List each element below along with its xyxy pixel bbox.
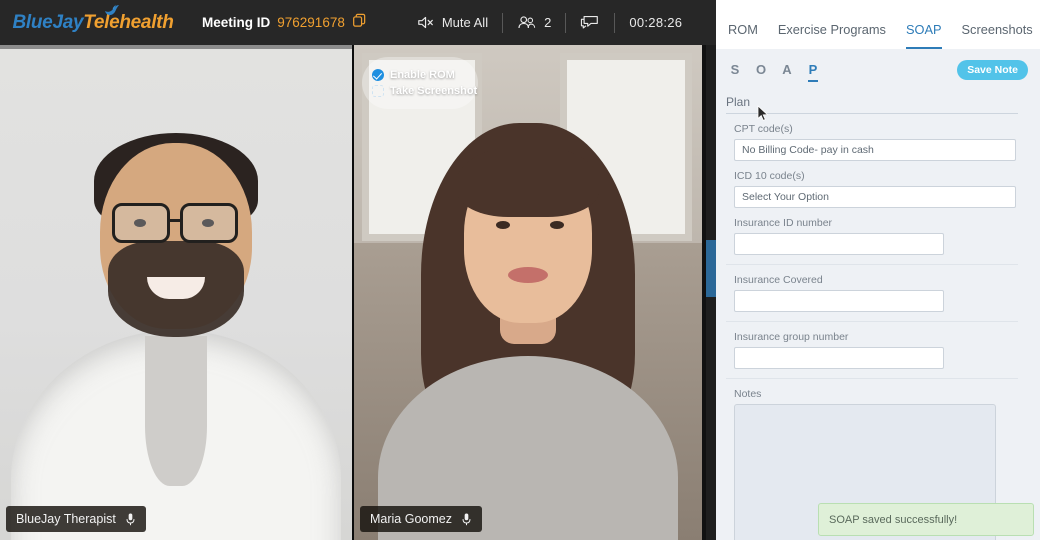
field-icd10-codes: ICD 10 code(s) Select Your Option xyxy=(726,170,1034,208)
stage-scrollbar[interactable] xyxy=(706,45,716,540)
call-timer: 00:28:26 xyxy=(629,15,683,30)
video-stage: BlueJay Therapist Enable ROM Take Screen… xyxy=(0,45,716,540)
bluejay-logo[interactable]: BlueJayTelehealth xyxy=(0,0,186,45)
toast-message: SOAP saved successfully! xyxy=(829,513,958,526)
microphone-icon xyxy=(462,512,471,525)
meeting-controls: Mute All 2 00:28:26 xyxy=(403,0,697,45)
field-separator-1 xyxy=(726,264,1018,265)
tab-exercise-programs[interactable]: Exercise Programs xyxy=(778,22,886,49)
field-label: Insurance Covered xyxy=(734,274,823,286)
field-insurance-id: Insurance ID number xyxy=(726,217,1034,255)
side-panel: ROM Exercise Programs SOAP Screenshots S… xyxy=(716,0,1040,540)
mute-all-button[interactable]: Mute All xyxy=(403,15,502,30)
soap-subtab-a[interactable]: A xyxy=(778,62,796,82)
tab-rom[interactable]: ROM xyxy=(728,22,758,49)
take-screenshot-button[interactable]: Take Screenshot xyxy=(372,85,477,97)
patient-brow-right xyxy=(547,209,567,213)
rom-overlay-panel: Enable ROM Take Screenshot xyxy=(362,57,478,109)
save-note-button[interactable]: Save Note xyxy=(957,60,1028,80)
field-label: Insurance group number xyxy=(734,331,849,343)
logo-text-bluejay: BlueJay xyxy=(12,11,84,33)
insurance-id-input[interactable] xyxy=(734,233,944,255)
patient-eye-left xyxy=(496,221,510,229)
participants-count: 2 xyxy=(544,15,552,30)
cpt-codes-input[interactable]: No Billing Code- pay in cash xyxy=(734,139,1016,161)
telehealth-app: BlueJayTelehealth Meeting ID 976291678 M… xyxy=(0,0,1040,540)
panel-tabs: ROM Exercise Programs SOAP Screenshots xyxy=(716,0,1040,49)
tab-screenshots[interactable]: Screenshots xyxy=(962,22,1033,49)
participants-icon xyxy=(518,16,536,28)
field-label: Insurance ID number xyxy=(734,217,833,229)
video-tile-therapist[interactable]: BlueJay Therapist xyxy=(0,45,352,540)
copy-icon[interactable] xyxy=(352,13,367,33)
insurance-covered-input[interactable] xyxy=(734,290,944,312)
tab-soap[interactable]: SOAP xyxy=(905,22,942,49)
bird-icon xyxy=(105,4,119,15)
therapist-glasses-bridge xyxy=(170,219,182,222)
video-tile-patient[interactable]: Enable ROM Take Screenshot Maria Goomez xyxy=(354,45,702,540)
field-label: ICD 10 code(s) xyxy=(734,170,805,182)
video-top-accent-bar xyxy=(0,45,352,49)
participant-nameplate-therapist: BlueJay Therapist xyxy=(6,506,146,532)
save-success-toast: SOAP saved successfully! xyxy=(818,503,1034,536)
therapist-glasses-right xyxy=(180,203,238,243)
soap-form: S O A P Save Note Plan CPT code(s) No Bi… xyxy=(716,49,1040,540)
logo-text-telehealth: Telehealth xyxy=(83,11,174,33)
patient-eye-right xyxy=(550,221,564,229)
field-insurance-group: Insurance group number xyxy=(726,331,1034,369)
meeting-id-group: Meeting ID 976291678 xyxy=(202,13,367,33)
enable-rom-label: Enable ROM xyxy=(390,69,455,81)
scrollbar-thumb[interactable] xyxy=(706,240,716,297)
field-cpt-codes: CPT code(s) No Billing Code- pay in cash xyxy=(726,123,1034,161)
notes-label: Notes xyxy=(734,388,762,400)
participant-name: Maria Goomez xyxy=(370,512,452,526)
field-insurance-covered: Insurance Covered xyxy=(726,274,1034,312)
patient-hair-top xyxy=(457,145,599,217)
soap-subtab-p[interactable]: P xyxy=(804,62,822,82)
soap-subtab-s[interactable]: S xyxy=(726,62,744,82)
section-title-plan: Plan xyxy=(726,95,1018,114)
screenshot-frame-icon xyxy=(372,85,384,97)
checkbox-checked-icon xyxy=(372,69,384,81)
chat-button[interactable] xyxy=(566,14,614,31)
icd10-codes-select[interactable]: Select Your Option xyxy=(734,186,1016,208)
meeting-id-label: Meeting ID xyxy=(202,15,271,30)
mute-all-label: Mute All xyxy=(441,15,489,30)
top-header-bar: BlueJayTelehealth Meeting ID 976291678 M… xyxy=(0,0,716,45)
patient-brow-left xyxy=(493,209,513,213)
soap-subtabs: S O A P Save Note xyxy=(726,57,1034,87)
microphone-icon xyxy=(126,512,135,525)
participant-name: BlueJay Therapist xyxy=(16,512,116,526)
therapist-glasses-left xyxy=(112,203,170,243)
speaker-muted-icon xyxy=(418,16,433,29)
enable-rom-toggle[interactable]: Enable ROM xyxy=(372,69,468,81)
field-separator-3 xyxy=(726,378,1018,379)
soap-subtab-o[interactable]: O xyxy=(752,62,770,82)
field-label: CPT code(s) xyxy=(734,123,793,135)
chat-icon xyxy=(581,16,599,29)
field-separator-2 xyxy=(726,321,1018,322)
participants-button[interactable]: 2 xyxy=(503,15,565,30)
take-screenshot-label: Take Screenshot xyxy=(390,85,478,97)
meeting-id-value: 976291678 xyxy=(277,15,345,30)
insurance-group-input[interactable] xyxy=(734,347,944,369)
patient-lips xyxy=(508,267,548,283)
mouse-cursor-icon xyxy=(757,105,769,121)
participant-nameplate-patient: Maria Goomez xyxy=(360,506,482,532)
